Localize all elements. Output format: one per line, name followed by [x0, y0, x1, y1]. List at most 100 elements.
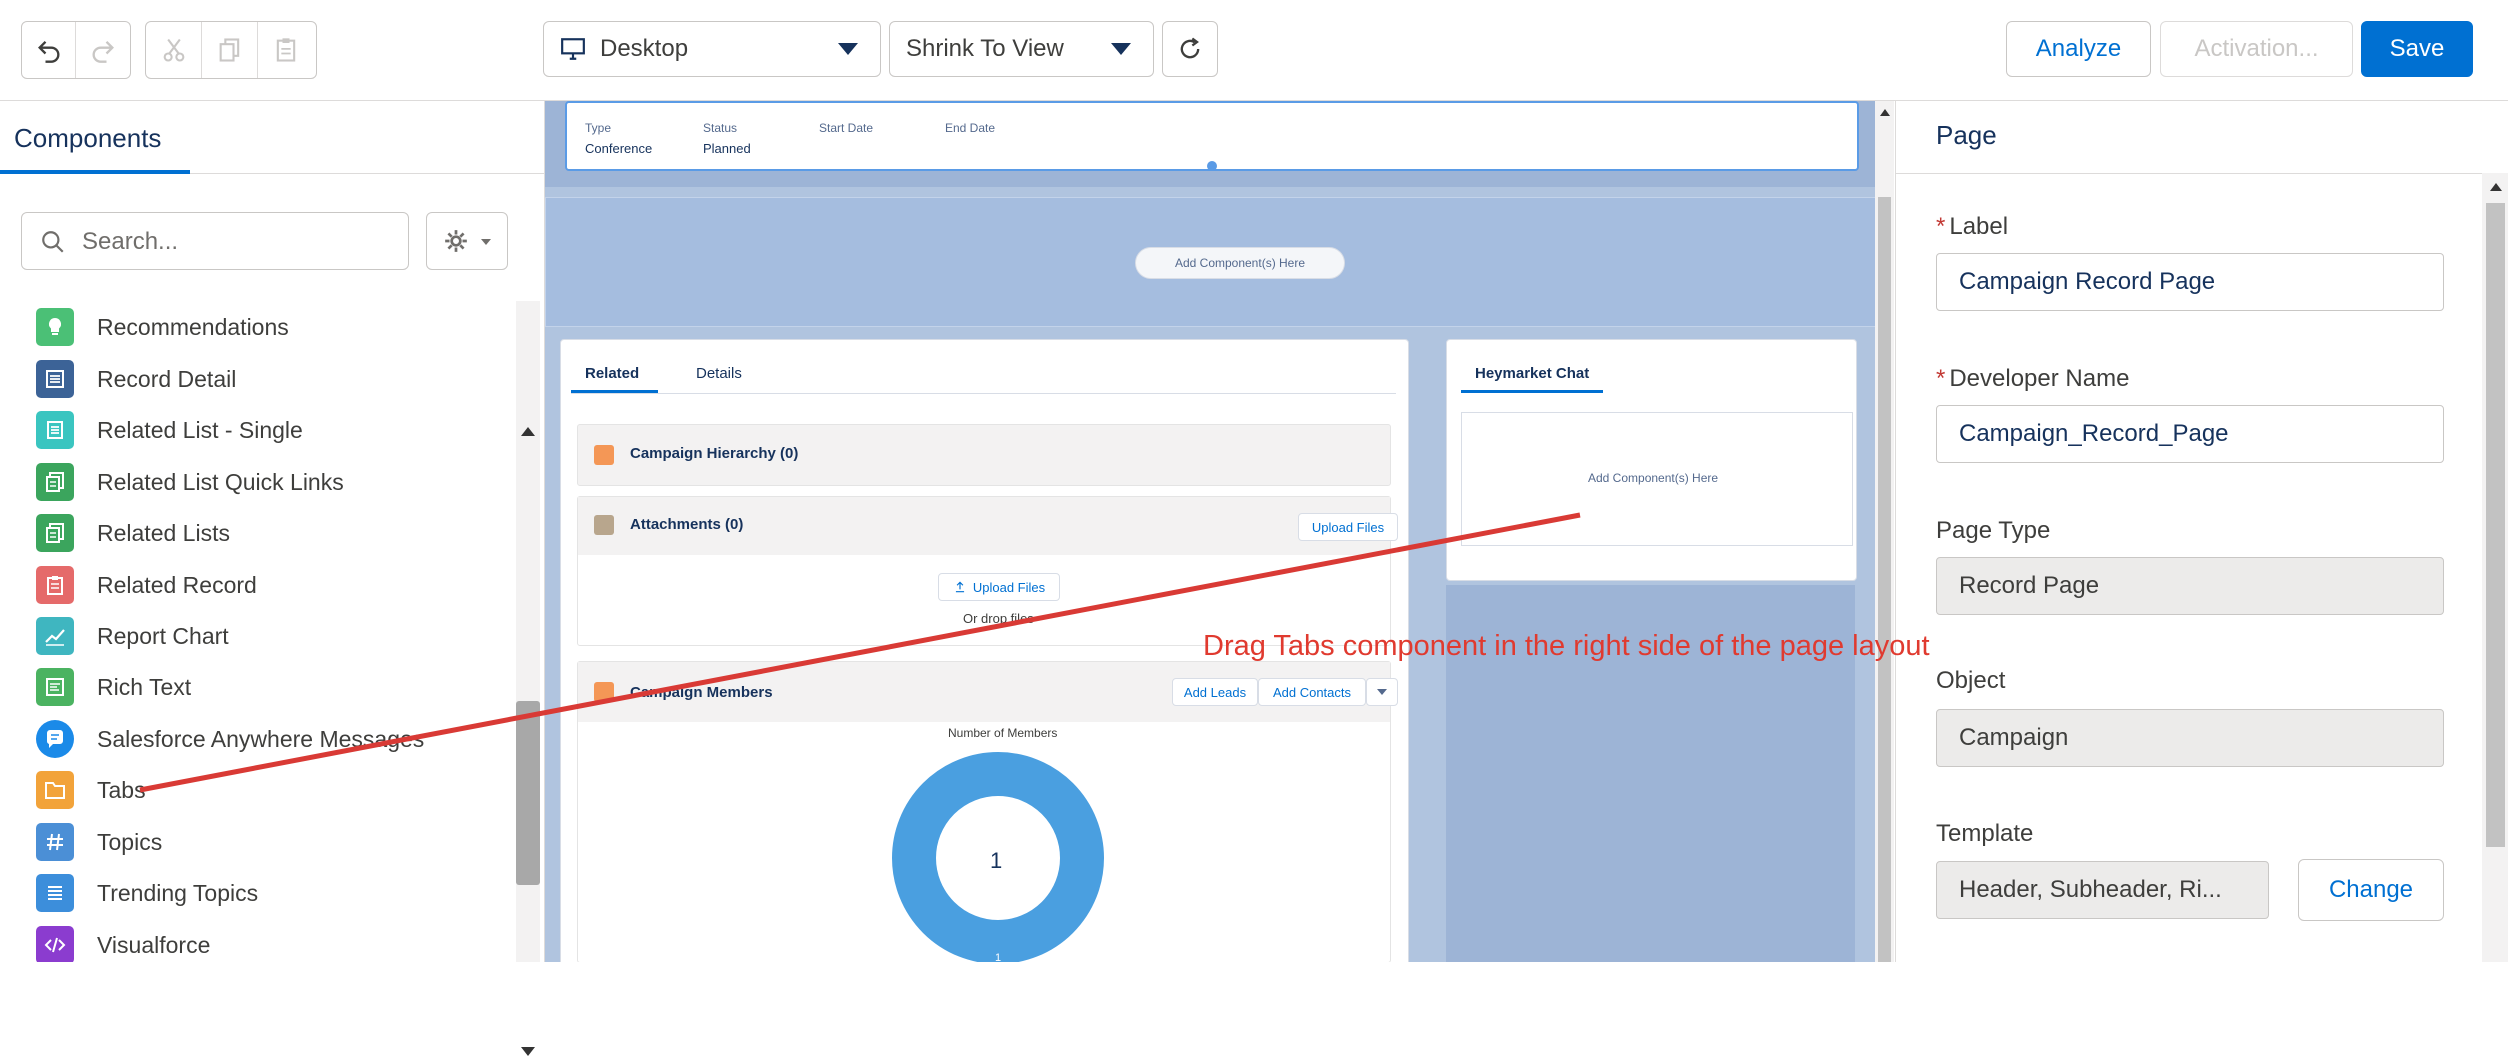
component-item-rich-text[interactable]: Rich Text	[36, 667, 191, 707]
quick-links-icon	[36, 463, 74, 501]
analyze-button[interactable]: Analyze	[2006, 21, 2151, 77]
cut-button[interactable]	[146, 22, 202, 78]
related-lists-icon	[36, 514, 74, 552]
change-template-button[interactable]: Change	[2298, 859, 2444, 921]
hierarchy-icon	[594, 445, 614, 465]
field-label-type: Type	[585, 121, 612, 135]
side-tabs-component[interactable]: Heymarket Chat Add Component(s) Here	[1446, 339, 1857, 581]
rich-text-icon	[36, 668, 74, 706]
lightbulb-icon	[36, 308, 74, 346]
undo-icon	[37, 41, 59, 63]
list-item-label: Salesforce Anywhere Messages	[97, 725, 425, 752]
highlights-panel[interactable]: Type Conference Status Planned Start Dat…	[565, 101, 1859, 171]
components-tab-label: Components	[14, 123, 162, 153]
component-item-recommendations[interactable]: Recommendations	[36, 307, 289, 347]
chevron-down-icon	[1111, 43, 1131, 55]
undo-button[interactable]	[22, 22, 76, 78]
refresh-button[interactable]	[1162, 21, 1218, 77]
tabs-icon	[36, 771, 74, 809]
upload-icon	[955, 581, 964, 593]
field-label-start-date: Start Date	[819, 121, 874, 135]
messages-icon	[36, 720, 74, 758]
component-list: Recommendations Record Detail Related Li…	[0, 301, 516, 962]
component-item-report-chart[interactable]: Report Chart	[36, 616, 229, 656]
scrollbar-thumb[interactable]	[2486, 203, 2505, 847]
upload-files-center-button[interactable]: Upload Files	[938, 573, 1060, 601]
side-drop-zone[interactable]: Add Component(s) Here	[1461, 412, 1853, 546]
list-item-label: Trending Topics	[97, 879, 259, 906]
developer-name-input[interactable]: Campaign_Record_Page	[1936, 405, 2444, 463]
view-select[interactable]: Shrink To View	[889, 21, 1154, 77]
list-item-label: Related Lists	[97, 519, 230, 546]
components-tab[interactable]: Components	[0, 101, 544, 174]
scroll-up-icon[interactable]	[521, 427, 535, 436]
active-tab-indicator	[0, 170, 190, 174]
component-item-topics[interactable]: Topics	[36, 822, 162, 862]
activation-button[interactable]: Activation...	[2160, 21, 2353, 77]
campaign-hierarchy-card[interactable]: Campaign Hierarchy (0)	[577, 424, 1391, 486]
object-field: Campaign	[1936, 709, 2444, 767]
tab-details[interactable]: Details	[696, 365, 742, 382]
component-item-tabs[interactable]: Tabs	[36, 770, 146, 810]
card-title: Campaign Members	[630, 684, 773, 701]
template-field: Header, Subheader, Ri...	[1936, 861, 2269, 919]
scrollbar-thumb[interactable]	[516, 701, 540, 885]
add-component-zone: Add Component(s) Here	[1588, 471, 1719, 485]
desktop-icon	[561, 38, 585, 60]
tab-heymarket-chat[interactable]: Heymarket Chat	[1475, 365, 1589, 382]
scroll-up-icon[interactable]	[2490, 183, 2502, 191]
component-item-salesforce-anywhere-messages[interactable]: Salesforce Anywhere Messages	[36, 719, 424, 759]
component-list-scrollbar[interactable]	[516, 301, 540, 1056]
upload-files-button[interactable]: Upload Files	[1298, 513, 1398, 541]
component-item-visualforce[interactable]: Visualforce	[36, 925, 210, 962]
canvas-scrollbar[interactable]	[1875, 101, 1894, 962]
component-item-record-detail[interactable]: Record Detail	[36, 359, 236, 399]
label-input[interactable]: Campaign Record Page	[1936, 253, 2444, 311]
component-item-related-list-single[interactable]: Related List - Single	[36, 410, 303, 450]
settings-menu-button[interactable]	[426, 212, 508, 270]
component-item-related-lists[interactable]: Related Lists	[36, 513, 230, 553]
device-select[interactable]: Desktop	[543, 21, 881, 77]
page-type-label: Page Type	[1936, 517, 2051, 544]
more-actions-button[interactable]	[1366, 678, 1398, 706]
add-contacts-button[interactable]: Add Contacts	[1258, 678, 1366, 706]
view-select-value: Shrink To View	[906, 35, 1064, 62]
properties-scrollbar[interactable]	[2482, 173, 2508, 962]
component-item-trending-topics[interactable]: Trending Topics	[36, 873, 258, 913]
add-component-zone[interactable]: Add Component(s) Here	[1135, 247, 1345, 279]
page-type-field: Record Page	[1936, 557, 2444, 615]
copy-button[interactable]	[202, 22, 258, 78]
related-list-icon	[36, 411, 74, 449]
list-item-label: Record Detail	[97, 365, 237, 392]
attachments-card[interactable]: Attachments (0) Upload Files Upload File…	[577, 496, 1398, 646]
paste-button[interactable]	[258, 22, 314, 78]
resize-handle[interactable]	[1207, 161, 1217, 171]
field-value-status: Planned	[703, 141, 751, 156]
clipboard-group	[145, 21, 317, 79]
component-item-related-list-quick-links[interactable]: Related List Quick Links	[36, 462, 344, 502]
donut-slice-label: 1	[995, 952, 1002, 962]
scroll-down-icon[interactable]	[521, 1047, 535, 1056]
add-leads-button[interactable]: Add Leads	[1172, 678, 1258, 706]
components-panel: Components Search... Recommendations Rec…	[0, 101, 545, 1056]
campaign-members-card[interactable]: Campaign Members Add Leads Add Contacts …	[577, 661, 1398, 962]
field-value-type: Conference	[585, 141, 653, 156]
card-title: Campaign Hierarchy (0)	[630, 445, 799, 462]
copy-icon	[219, 38, 239, 62]
search-input[interactable]: Search...	[21, 212, 409, 270]
scrollbar-thumb[interactable]	[1878, 197, 1891, 962]
redo-button[interactable]	[76, 22, 130, 78]
save-button[interactable]: Save	[2361, 21, 2473, 77]
trending-icon	[36, 874, 74, 912]
scroll-up-icon[interactable]	[1880, 109, 1890, 116]
record-detail-icon	[36, 360, 74, 398]
related-record-icon	[36, 566, 74, 604]
hash-icon	[36, 823, 74, 861]
field-label-end-date: End Date	[945, 121, 996, 135]
active-tab-indicator	[1461, 390, 1603, 393]
chevron-down-icon	[838, 43, 858, 55]
card-title: Attachments (0)	[630, 516, 744, 533]
search-placeholder: Search...	[82, 228, 179, 255]
tab-related[interactable]: Related	[585, 365, 639, 382]
component-item-related-record[interactable]: Related Record	[36, 565, 257, 605]
